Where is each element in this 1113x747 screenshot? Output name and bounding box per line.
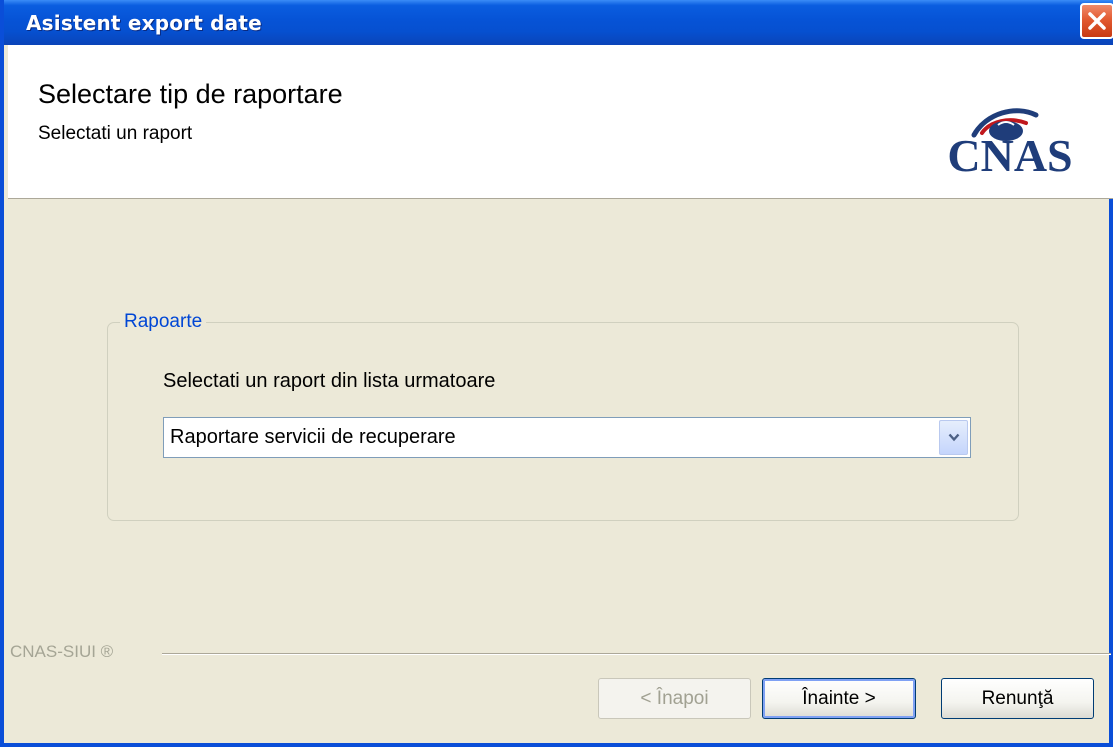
page-subtitle: Selectati un raport [38,123,193,144]
wizard-header: Selectare tip de raportare Selectati un … [8,45,1113,199]
report-instruction: Selectati un raport din lista urmatoare [163,370,496,392]
cnas-logo: CNAS [947,108,1073,177]
cancel-button[interactable]: Renunţă [941,678,1094,719]
wizard-window: Asistent export date Selectare tip de ra… [0,0,1113,747]
footer-brand: CNAS-SIUI ® [10,642,114,661]
next-button[interactable]: Înainte > [762,678,916,719]
group-legend: Rapoarte [120,311,207,333]
reports-group: Rapoarte Selectati un raport din lista u… [107,311,1019,521]
title-bar[interactable]: Asistent export date [4,0,1113,45]
back-button[interactable]: < Înapoi [598,678,751,719]
logo-text: CNAS [947,130,1072,177]
dropdown-button[interactable] [939,420,968,455]
footer-divider [162,653,1111,655]
window-title: Asistent export date [26,11,262,35]
close-button[interactable] [1080,3,1113,39]
report-select[interactable]: Raportare servicii de recuperare [163,417,971,458]
report-select-value: Raportare servicii de recuperare [170,426,456,448]
close-icon [1088,12,1106,30]
chevron-down-icon [948,433,960,442]
page-title: Selectare tip de raportare [38,79,343,109]
